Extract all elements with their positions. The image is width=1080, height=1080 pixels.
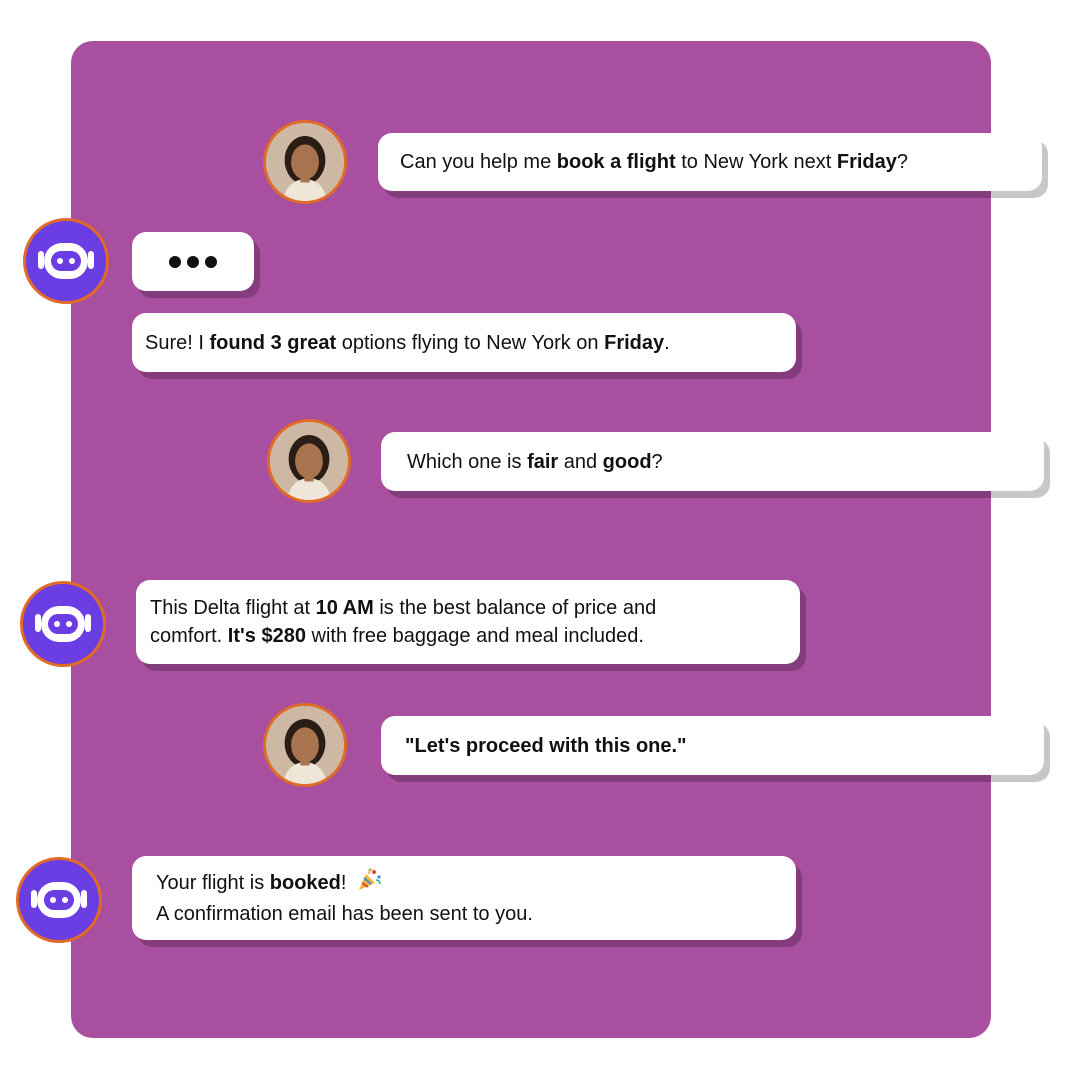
- text-run: A confirmation email has been sent to yo…: [156, 903, 533, 925]
- message-bubble-user: Can you help me book a flight to New Yor…: [378, 133, 1042, 191]
- text-run: to New York next: [675, 151, 837, 173]
- message-bubble-bot: Your flight is booked! A confirmation em…: [132, 856, 796, 940]
- text-run: fair: [527, 450, 559, 473]
- text-run: options flying to New York on: [336, 331, 605, 354]
- text-run: Sure! I: [145, 331, 210, 354]
- text-run: with free baggage and meal included.: [305, 625, 644, 647]
- message-bubble-user: "Let's proceed with this one.": [381, 716, 1044, 775]
- robot-icon: [35, 606, 91, 642]
- message-text-line-1: Your flight is booked!: [156, 868, 796, 900]
- party-popper-icon: [356, 868, 382, 900]
- typing-indicator-bubble: [132, 232, 254, 291]
- user-avatar: [267, 419, 351, 503]
- typing-dots-icon: [169, 255, 217, 268]
- user-avatar: [263, 120, 347, 204]
- text-run: Your flight is: [156, 872, 270, 894]
- message-bubble-bot: Sure! I found 3 great options flying to …: [132, 313, 796, 372]
- message-bubble-user: Which one is fair and good?: [381, 432, 1044, 491]
- message-bubble-bot: This Delta flight at 10 AM is the best b…: [136, 580, 800, 664]
- text-run: Friday: [604, 331, 665, 354]
- message-text: Can you help me book a flight to New Yor…: [400, 148, 908, 176]
- message-text-line-1: This Delta flight at 10 AM is the best b…: [150, 594, 800, 622]
- text-run: booked: [269, 872, 341, 894]
- text-run: This Delta flight at: [150, 597, 316, 619]
- text-run: .: [664, 331, 670, 354]
- text-run: comfort.: [150, 625, 228, 647]
- text-run: ?: [896, 151, 909, 173]
- robot-icon: [31, 882, 87, 918]
- message-text: "Let's proceed with this one.": [405, 732, 687, 760]
- bot-avatar: [23, 218, 109, 304]
- text-run: found 3 great: [209, 331, 337, 354]
- user-avatar: [263, 703, 347, 787]
- message-text: Which one is fair and good?: [407, 448, 663, 476]
- text-run: is the best balance of price and: [373, 597, 657, 619]
- text-run: and: [558, 450, 603, 473]
- message-text-line-2: comfort. It's $280 with free baggage and…: [150, 622, 800, 650]
- bot-avatar: [16, 857, 102, 943]
- text-run: 10 AM: [315, 597, 374, 619]
- bot-avatar: [20, 581, 106, 667]
- user-photo-avatar: [270, 422, 348, 500]
- text-run: It's $280: [227, 625, 306, 647]
- text-run: !: [340, 872, 353, 894]
- message-text-line-2: A confirmation email has been sent to yo…: [156, 900, 796, 928]
- text-run: "Let's proceed with this one.": [405, 734, 687, 757]
- robot-icon: [38, 243, 94, 279]
- message-text: Sure! I found 3 great options flying to …: [145, 329, 796, 357]
- user-photo-avatar: [266, 123, 344, 201]
- text-run: good: [602, 450, 652, 473]
- text-run: book a flight: [556, 151, 676, 173]
- text-run: Which one is: [407, 450, 528, 473]
- text-run: ?: [651, 450, 663, 473]
- user-photo-avatar: [266, 706, 344, 784]
- text-run: Can you help me: [400, 151, 557, 173]
- text-run: Friday: [836, 151, 897, 173]
